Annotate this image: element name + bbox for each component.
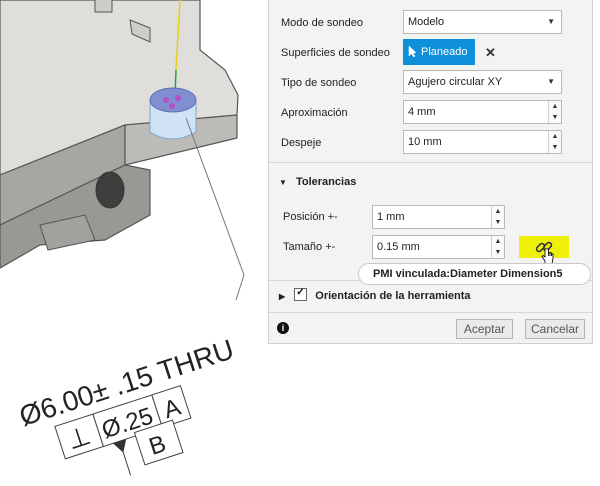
tamano-spinner[interactable]: ▲ ▼ xyxy=(491,236,504,258)
tamano-value: 0.15 mm xyxy=(377,241,420,253)
tipo-label: Tipo de sondeo xyxy=(281,77,357,89)
posicion-input[interactable]: 1 mm ▲ ▼ xyxy=(372,205,505,229)
spin-up-icon[interactable]: ▲ xyxy=(549,131,561,142)
posicion-label: Posición +- xyxy=(283,211,338,223)
info-icon[interactable]: i xyxy=(277,322,289,334)
modo-select[interactable]: Modelo ▼ xyxy=(403,10,562,34)
orientacion-checkbox[interactable]: ✓ xyxy=(294,287,308,301)
spin-down-icon[interactable]: ▼ xyxy=(492,217,504,228)
footer-divider xyxy=(269,312,592,313)
spin-up-icon[interactable]: ▲ xyxy=(492,206,504,217)
planeado-button[interactable]: Planeado xyxy=(403,39,475,65)
close-icon[interactable]: ✕ xyxy=(485,45,496,61)
despeje-spinner[interactable]: ▲ ▼ xyxy=(548,131,561,153)
checkmark-icon: ✓ xyxy=(296,287,305,298)
tipo-value: Agujero circular XY xyxy=(408,76,503,88)
probe-point xyxy=(175,95,181,101)
orientacion-header[interactable]: ▶ ✓ Orientación de la herramienta xyxy=(279,287,471,302)
accept-button[interactable]: Aceptar xyxy=(456,319,513,339)
probe-point xyxy=(169,103,175,109)
spin-down-icon[interactable]: ▼ xyxy=(492,247,504,258)
posicion-value: 1 mm xyxy=(377,211,405,223)
chevron-down-icon: ▼ xyxy=(547,17,555,26)
section-divider xyxy=(269,162,592,163)
spin-up-icon[interactable]: ▲ xyxy=(549,101,561,112)
tipo-select[interactable]: Agujero circular XY ▼ xyxy=(403,70,562,94)
tolerancias-header[interactable]: ▼ Tolerancias xyxy=(279,176,356,188)
posicion-spinner[interactable]: ▲ ▼ xyxy=(491,206,504,228)
aproximacion-spinner[interactable]: ▲ ▼ xyxy=(548,101,561,123)
dimension-leader xyxy=(235,274,245,301)
pmi-annotation: Ø6.00± .15 THRU ⊥ Ø.25 A xyxy=(16,333,238,476)
tamano-input[interactable]: 0.15 mm ▲ ▼ xyxy=(372,235,505,259)
cancel-button[interactable]: Cancelar xyxy=(525,319,585,339)
superficies-label: Superficies de sondeo xyxy=(281,47,390,59)
aproximacion-input[interactable]: 4 mm ▲ ▼ xyxy=(403,100,562,124)
chevron-down-icon: ▼ xyxy=(547,77,555,86)
modo-value: Modelo xyxy=(408,16,445,28)
cursor-arrow-icon xyxy=(408,45,417,58)
aproximacion-value: 4 mm xyxy=(408,106,436,118)
collapsed-chevron-icon: ▶ xyxy=(279,292,286,301)
tolerancias-title: Tolerancias xyxy=(295,176,357,188)
despeje-label: Despeje xyxy=(281,137,322,149)
expanded-chevron-icon: ▼ xyxy=(279,178,287,187)
modo-label: Modo de sondeo xyxy=(281,17,363,29)
part-notch xyxy=(94,0,113,13)
planeado-label: Planeado xyxy=(421,46,468,58)
lower-hole xyxy=(95,171,125,209)
spin-down-icon[interactable]: ▼ xyxy=(549,142,561,153)
probe-dialog-panel: Modo de sondeo Modelo ▼ Superficies de s… xyxy=(268,0,593,344)
despeje-value: 10 mm xyxy=(408,136,442,148)
orientacion-label: Orientación de la herramienta xyxy=(315,290,471,302)
pmi-link-tooltip: PMI vinculada:Diameter Dimension5 xyxy=(358,263,591,285)
probe-point xyxy=(163,97,169,103)
info-glyph: i xyxy=(281,323,285,333)
tamano-label: Tamaño +- xyxy=(283,241,336,253)
spin-down-icon[interactable]: ▼ xyxy=(549,112,561,123)
aproximacion-label: Aproximación xyxy=(281,107,348,119)
link-pmi-button[interactable] xyxy=(519,236,569,265)
spin-up-icon[interactable]: ▲ xyxy=(492,236,504,247)
despeje-input[interactable]: 10 mm ▲ ▼ xyxy=(403,130,562,154)
